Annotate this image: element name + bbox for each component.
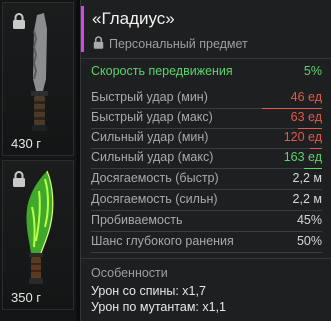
stat-value: 163 ед <box>283 150 322 164</box>
stat-label: Скорость передвижения <box>91 64 233 78</box>
stat-value: 63 ед <box>290 110 322 124</box>
stat-label: Быстрый удар (макс) <box>91 110 213 124</box>
stat-row-penetration: Пробиваемость 45% <box>91 211 322 232</box>
features-divider <box>81 258 331 259</box>
stat-value: 120 ед <box>283 130 322 144</box>
stat-label: Досягаемость (сильн) <box>91 192 218 206</box>
stat-label: Шанс глубокого ранения <box>91 234 234 248</box>
feature-item: Урон со спины: x1,7 <box>91 284 206 298</box>
lock-icon <box>93 36 104 49</box>
stat-value: 50% <box>296 234 322 248</box>
item-subtitle: Персональный предмет <box>109 37 248 51</box>
combat-knife-icon <box>31 13 48 131</box>
inventory-slot-knife[interactable]: 430 г <box>2 2 74 156</box>
stat-row-speed: Скорость передвижения 5% <box>91 62 322 83</box>
stat-value: 46 ед <box>290 90 322 104</box>
stat-row-quick-max: Быстрый удар (макс) 63 ед <box>91 108 322 129</box>
tooltip-header: «Гладиус» Персональный предмет <box>81 0 331 59</box>
stat-value: 45% <box>296 213 322 227</box>
features-title: Особенности <box>91 266 168 280</box>
stat-row-quick-min: Быстрый удар (мин) 46 ед <box>91 88 322 109</box>
stat-row-reach-quick: Досягаемость (быстр) 2,2 м <box>91 169 322 190</box>
stat-row-reach-heavy: Досягаемость (сильн) 2,2 м <box>91 190 322 211</box>
stat-row-heavy-min: Сильный удар (мин) 120 ед <box>91 128 322 149</box>
item-weight: 350 г <box>11 290 42 305</box>
inventory-panel: 430 г 350 г <box>0 0 76 321</box>
item-weight: 430 г <box>11 136 42 151</box>
stat-label: Сильный удар (макс) <box>91 150 214 164</box>
stat-value: 2,2 м <box>292 192 322 206</box>
item-tooltip: «Гладиус» Персональный предмет Скорость … <box>80 0 331 321</box>
stat-value: 5% <box>303 64 322 78</box>
stat-row-heavy-max: Сильный удар (макс) 163 ед <box>91 148 322 169</box>
inventory-slot-gladius[interactable]: 350 г <box>2 160 74 310</box>
stat-label: Пробиваемость <box>91 213 183 227</box>
item-title: «Гладиус» <box>92 9 175 28</box>
rarity-accent <box>81 6 84 52</box>
feature-item: Урон по мутантам: x1,1 <box>91 300 226 314</box>
glowing-green-blade-icon <box>26 170 54 284</box>
stat-label: Сильный удар (мин) <box>91 130 209 144</box>
stat-label: Досягаемость (быстр) <box>91 171 219 185</box>
stat-row-bleed-chance: Шанс глубокого ранения 50% <box>91 232 322 253</box>
stat-label: Быстрый удар (мин) <box>91 90 208 104</box>
stat-value: 2,2 м <box>292 171 322 185</box>
stat-bar <box>91 252 322 253</box>
